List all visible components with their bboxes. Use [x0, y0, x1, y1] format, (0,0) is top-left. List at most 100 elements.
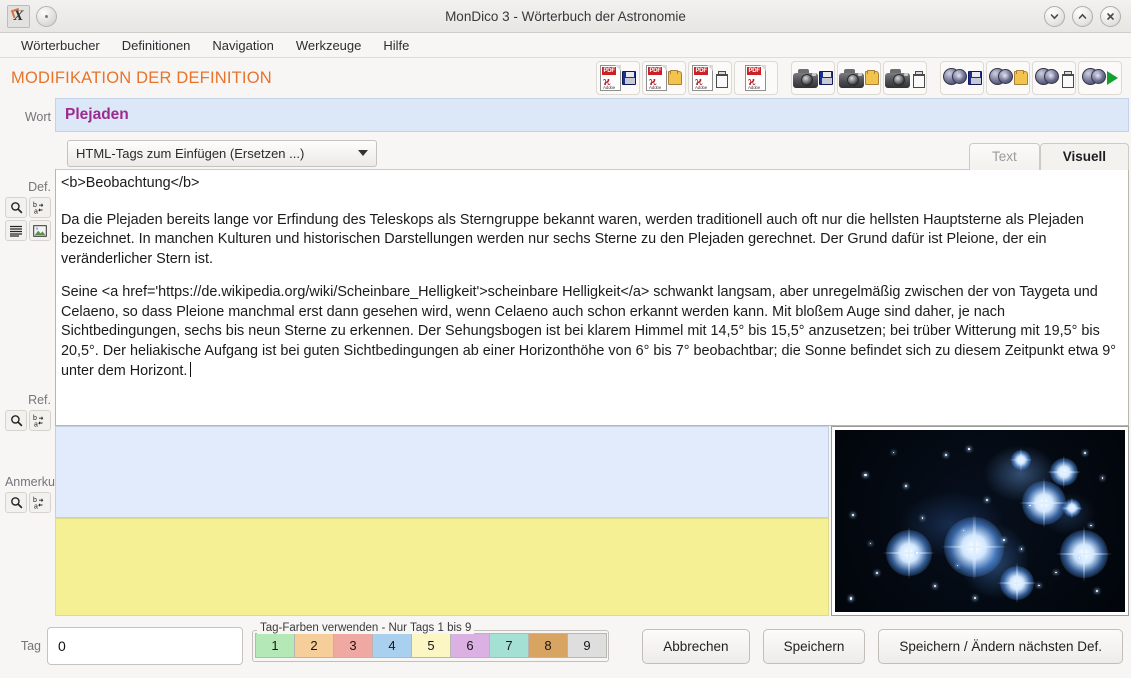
chevron-down-icon	[358, 150, 368, 156]
definition-text: <b>Beobachtung</b> Da die Plejaden berei…	[61, 174, 1122, 381]
video-open-button[interactable]	[986, 61, 1030, 95]
toolbar-group-photo	[790, 61, 928, 95]
window-menu-button[interactable]	[36, 5, 57, 27]
html-tags-row: HTML-Tags zum Einfügen (Ersetzen ...) Te…	[57, 137, 1129, 170]
definition-paragraph-1: Da die Plejaden bereits lange vor Erfind…	[61, 211, 1084, 267]
replace-icon[interactable]: ba	[29, 197, 51, 218]
tag-color-1[interactable]: 1	[255, 633, 295, 658]
ref-field[interactable]	[55, 426, 829, 518]
header-row: MODIFIKATION DER DEFINITION PDF ϰ Adobe PD…	[0, 58, 1131, 98]
close-icon[interactable]	[1100, 5, 1121, 27]
word-field[interactable]: Plejaden	[55, 98, 1129, 132]
replace-icon[interactable]: ba	[29, 410, 51, 431]
pdf-open-button[interactable]: PDF ϰ Adobe	[642, 61, 686, 95]
search-icon[interactable]	[5, 492, 27, 513]
pdf-save-button[interactable]: PDF ϰ Adobe	[596, 61, 640, 95]
pdf-delete-button[interactable]: PDF ϰ Adobe	[688, 61, 732, 95]
definition-editor[interactable]: <b>Beobachtung</b> Da die Plejaden berei…	[55, 169, 1129, 426]
plejaden-image	[835, 430, 1125, 612]
html-tags-select-value: HTML-Tags zum Einfügen (Ersetzen ...)	[76, 145, 305, 161]
open-folder-icon	[668, 70, 682, 85]
window-title: MonDico 3 - Wörterbuch der Astronomie	[445, 8, 686, 24]
menu-item-navigation[interactable]: Navigation	[201, 35, 284, 56]
search-icon[interactable]	[5, 197, 27, 218]
search-icon[interactable]	[5, 410, 27, 431]
toolbar: PDF ϰ Adobe PDF ϰ Adobe PDF ϰ Adobe PDF …	[595, 61, 1131, 95]
left-gutter: Wort Def. ba Ref. b a Anmerku b a	[0, 98, 55, 616]
anmerkungen-tools: ba	[0, 492, 55, 513]
pdf-icon: PDF ϰ Adobe	[600, 65, 621, 91]
save-icon	[967, 71, 982, 85]
lower-panels	[55, 426, 1129, 616]
tab-text[interactable]: Text	[968, 143, 1040, 170]
play-icon	[1107, 71, 1118, 85]
save-button[interactable]: Speichern	[762, 628, 866, 664]
word-label: Wort	[24, 110, 51, 124]
toolbar-group-pdf: PDF ϰ Adobe PDF ϰ Adobe PDF ϰ Adobe PDF …	[595, 61, 779, 95]
film-reel-icon	[942, 67, 967, 89]
chevron-down-icon[interactable]	[1044, 5, 1065, 27]
photo-open-button[interactable]	[837, 61, 881, 95]
camera-icon	[885, 68, 910, 88]
html-tags-select[interactable]: HTML-Tags zum Einfügen (Ersetzen ...)	[67, 139, 377, 167]
definition-heading-markup: <b>Beobachtung</b>	[61, 175, 200, 191]
tag-color-4[interactable]: 4	[372, 633, 412, 658]
tag-color-5[interactable]: 5	[411, 633, 451, 658]
tag-label: Tag	[20, 639, 41, 653]
tag-color-2[interactable]: 2	[294, 633, 334, 658]
list-lines-icon[interactable]	[5, 220, 27, 241]
editor-tabs: Text Visuell	[968, 143, 1129, 170]
x-logo-icon[interactable]: X	[7, 4, 30, 28]
cancel-button[interactable]: Abbrechen	[642, 628, 750, 664]
trash-icon	[714, 71, 728, 88]
trash-icon	[1060, 71, 1074, 88]
photo-save-button[interactable]	[791, 61, 835, 95]
camera-icon	[793, 68, 818, 88]
tag-input[interactable]: 0	[47, 627, 243, 665]
film-reel-icon	[1034, 67, 1059, 89]
video-save-button[interactable]	[940, 61, 984, 95]
tag-color-buttons: 1 2 3 4 5 6 7 8 9	[255, 633, 607, 658]
image-preview-pane[interactable]	[831, 426, 1129, 616]
video-delete-button[interactable]	[1032, 61, 1076, 95]
tag-color-7[interactable]: 7	[489, 633, 529, 658]
tag-color-6[interactable]: 6	[450, 633, 490, 658]
anmerkungen-field[interactable]	[55, 518, 829, 616]
svg-text:a: a	[34, 504, 38, 510]
save-next-button[interactable]: Speichern / Ändern nächsten Def.	[878, 628, 1123, 664]
menu-item-definitionen[interactable]: Definitionen	[111, 35, 202, 56]
camera-icon	[839, 68, 864, 88]
chevron-up-icon[interactable]	[1072, 5, 1093, 27]
video-play-button[interactable]	[1078, 61, 1122, 95]
tag-color-9[interactable]: 9	[567, 633, 607, 658]
pdf-button[interactable]: PDF ϰ Adobe	[734, 61, 778, 95]
action-buttons: Abbrechen Speichern Speichern / Ändern n…	[642, 628, 1123, 664]
form-body: Wort Def. ba Ref. b a Anmerku b a Plejad…	[0, 98, 1131, 616]
menu-item-werkzeuge[interactable]: Werkzeuge	[285, 35, 373, 56]
save-icon	[622, 71, 636, 85]
svg-text:a: a	[34, 209, 38, 215]
text-cursor	[190, 361, 192, 377]
film-reel-icon	[1082, 67, 1106, 89]
word-value: Plejaden	[65, 106, 129, 123]
open-folder-icon	[865, 70, 879, 85]
toolbar-group-video	[939, 61, 1123, 95]
menu-item-hilfe[interactable]: Hilfe	[372, 35, 420, 56]
tag-color-3[interactable]: 3	[333, 633, 373, 658]
title-bar-left: X	[0, 4, 57, 28]
tag-input-value: 0	[58, 638, 66, 654]
film-reel-icon	[988, 67, 1013, 89]
tab-visuell[interactable]: Visuell	[1039, 143, 1129, 170]
replace-icon[interactable]: ba	[29, 492, 51, 513]
photo-delete-button[interactable]	[883, 61, 927, 95]
form-content: Plejaden HTML-Tags zum Einfügen (Ersetze…	[55, 98, 1131, 616]
menu-bar: Wörterbucher Definitionen Navigation Wer…	[0, 33, 1131, 58]
pdf-icon: PDF ϰ Adobe	[646, 65, 667, 91]
trash-icon	[911, 71, 925, 88]
def-tools: ba	[0, 197, 55, 241]
menu-item-woerterbucher[interactable]: Wörterbucher	[10, 35, 111, 56]
page-title: MODIFIKATION DER DEFINITION	[11, 68, 272, 87]
image-icon[interactable]	[29, 220, 51, 241]
window-controls	[1044, 5, 1131, 27]
tag-color-8[interactable]: 8	[528, 633, 568, 658]
